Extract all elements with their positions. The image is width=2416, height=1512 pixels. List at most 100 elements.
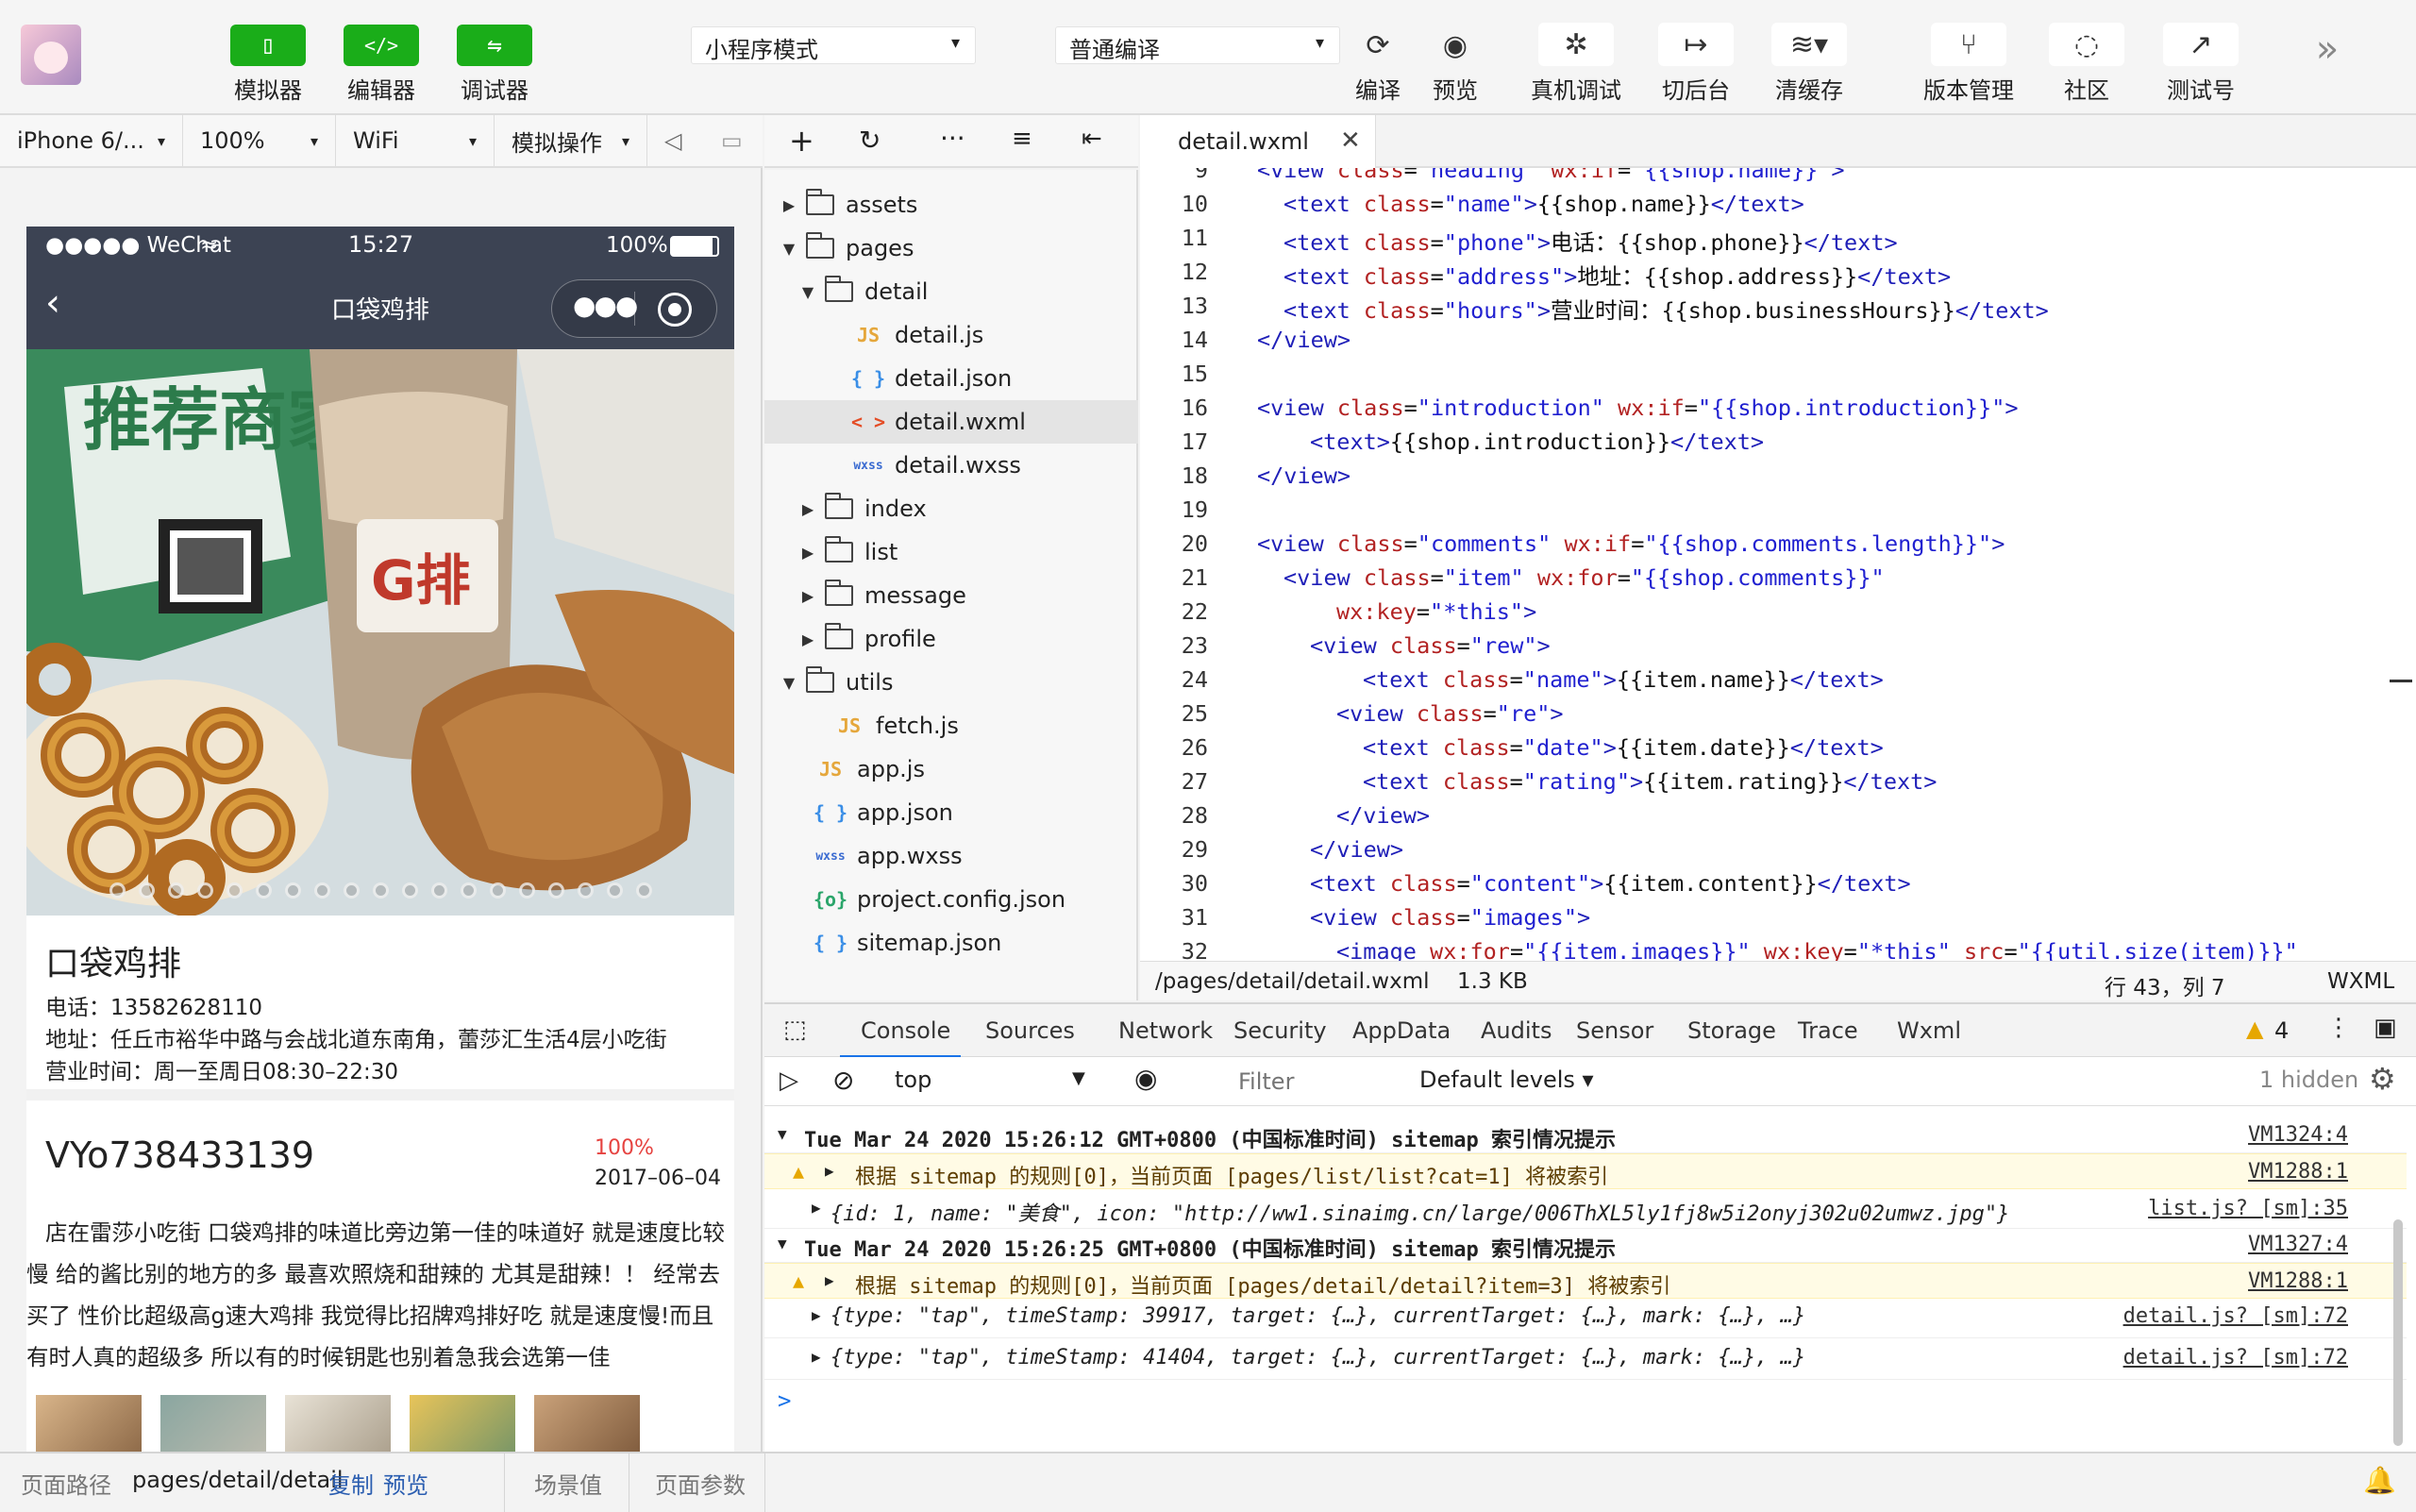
close-icon[interactable]: ✕ (1340, 126, 1361, 155)
source-link[interactable]: VM1288:1 (2248, 1269, 2348, 1293)
chevron-down-icon[interactable]: ▼ (778, 1235, 787, 1252)
tree-file[interactable]: { } detail.json (764, 357, 1138, 400)
tree-file[interactable]: < > detail.wxml (764, 400, 1138, 444)
tab-detail-wxml[interactable]: detail.wxml ✕ (1140, 115, 1376, 168)
close-target-icon[interactable] (658, 293, 692, 327)
source-link[interactable]: list.js? [sm]:35 (2148, 1197, 2348, 1220)
tab-appdata[interactable]: AppData (1352, 1017, 1451, 1044)
context-select[interactable]: top ▼ (887, 1065, 1104, 1099)
tree-folder[interactable]: ▶ index (764, 487, 1138, 530)
chevron-right-icon[interactable]: ▶ (800, 500, 815, 518)
console-group[interactable]: ▼ Tue Mar 24 2020 15:26:25 GMT+0800 (中国标准… (764, 1227, 2407, 1263)
chevron-right-icon[interactable]: ▶ (800, 587, 815, 605)
window-icon[interactable]: ▭ (704, 115, 761, 166)
add-file-icon[interactable]: + (789, 123, 814, 159)
dock-icon[interactable]: ▣ (2374, 1014, 2397, 1042)
tree-folder[interactable]: ▼ utils (764, 661, 1138, 704)
tree-file[interactable]: JS detail.js (764, 313, 1138, 357)
source-link[interactable]: VM1324:4 (2248, 1123, 2348, 1147)
preview-button[interactable]: ◉ (1433, 23, 1478, 68)
source-link[interactable]: detail.js? [sm]:72 (2123, 1346, 2348, 1369)
comment-image[interactable] (534, 1395, 640, 1453)
comment-image[interactable] (410, 1395, 515, 1453)
zoom-select[interactable]: 100% ▾ (183, 115, 336, 166)
chevron-down-icon[interactable]: ▼ (800, 283, 815, 301)
kebab-menu-icon[interactable]: ⋮ (2326, 1014, 2351, 1042)
tree-file[interactable]: JS app.js (764, 748, 1138, 791)
chevron-right-icon[interactable]: ▶ (812, 1199, 821, 1217)
scene-value-button[interactable]: 场景值 (534, 1467, 602, 1500)
tab-storage[interactable]: Storage (1687, 1017, 1776, 1044)
tab-network[interactable]: Network (1118, 1017, 1213, 1044)
tree-file[interactable]: {o} project.config.json (764, 878, 1138, 921)
bell-icon[interactable]: 🔔 (2363, 1465, 2396, 1496)
comment-image[interactable] (36, 1395, 142, 1453)
tree-folder[interactable]: ▼ detail (764, 270, 1138, 313)
eye-icon[interactable]: ◉ (1134, 1063, 1157, 1094)
sound-icon[interactable]: ◁ (647, 115, 704, 166)
tab-console[interactable]: Console (861, 1017, 950, 1044)
tree-file[interactable]: JS fetch.js (764, 704, 1138, 748)
tree-folder[interactable]: ▼ pages (764, 227, 1138, 270)
tree-file[interactable]: wxss detail.wxss (764, 444, 1138, 487)
sidebar-toggle-icon[interactable]: ▷ (780, 1067, 798, 1095)
hero-image[interactable]: 推荐商家 G排 (26, 349, 734, 916)
console-prompt[interactable]: > (778, 1387, 791, 1414)
clear-console-icon[interactable]: ⊘ (832, 1065, 854, 1096)
code-editor[interactable]: 9 <view class="heading" wx:if="{{shop.nam… (1140, 168, 2416, 961)
page-params-button[interactable]: 页面参数 (655, 1467, 746, 1500)
test-account-button[interactable]: ↗ (2163, 23, 2239, 66)
tab-audits[interactable]: Audits (1481, 1017, 1552, 1044)
tree-file[interactable]: { } app.json (764, 791, 1138, 834)
toggle-panel-icon[interactable]: ⇤ (1082, 125, 1102, 153)
real-debug-button[interactable]: ✲ (1538, 23, 1614, 66)
tree-file[interactable]: { } sitemap.json (764, 921, 1138, 965)
chevron-right-icon[interactable]: ▶ (812, 1306, 821, 1324)
levels-select[interactable]: Default levels ▾ (1419, 1067, 1594, 1093)
chevron-down-icon[interactable]: ▼ (781, 674, 797, 692)
tree-file[interactable]: wxss app.wxss (764, 834, 1138, 878)
copy-link[interactable]: 复制 (328, 1467, 374, 1500)
chevron-down-icon[interactable]: ▼ (781, 240, 797, 258)
refresh-icon[interactable]: ↻ (859, 125, 881, 156)
version-button[interactable]: ⑂ (1931, 23, 2006, 66)
avatar[interactable] (21, 25, 81, 85)
operation-select[interactable]: 模拟操作 ▾ (495, 115, 647, 166)
comment-image[interactable] (285, 1395, 391, 1453)
language-mode[interactable]: WXML (2327, 969, 2394, 994)
clear-cache-button[interactable]: ≋▾ (1771, 23, 1847, 66)
tree-folder[interactable]: ▶ assets (764, 183, 1138, 227)
gear-icon[interactable]: ⚙ (2369, 1061, 2396, 1097)
chevron-down-icon[interactable]: ▼ (778, 1125, 787, 1143)
source-link[interactable]: VM1288:1 (2248, 1160, 2348, 1184)
compile-select[interactable]: 普通编译 ▾ (1055, 26, 1340, 64)
console-log[interactable]: ▶ {type: "tap", timeStamp: 41404, target:… (764, 1340, 2407, 1380)
source-link[interactable]: detail.js? [sm]:72 (2123, 1304, 2348, 1328)
chevron-right-icon[interactable]: ▶ (800, 544, 815, 562)
console-scrollbar[interactable] (2393, 1219, 2403, 1446)
tab-security[interactable]: Security (1233, 1017, 1327, 1044)
inspect-icon[interactable]: ⬚ (783, 1016, 807, 1044)
tree-folder[interactable]: ▶ list (764, 530, 1138, 574)
chevron-right-icon[interactable]: ▶ (800, 630, 815, 648)
debugger-toggle-button[interactable]: ⇋ (457, 25, 532, 66)
tab-trace[interactable]: Trace (1798, 1017, 1858, 1044)
tab-sensor[interactable]: Sensor (1576, 1017, 1653, 1044)
device-select[interactable]: iPhone 6/... ▾ (0, 115, 183, 166)
console-warning[interactable]: ▲ ▶ 根据 sitemap 的规则[0]，当前页面 [pages/list/lis… (764, 1153, 2407, 1189)
console-warning[interactable]: ▲ ▶ 根据 sitemap 的规则[0]，当前页面 [pages/detail/d… (764, 1263, 2407, 1299)
collapse-all-icon[interactable]: ≡ (1012, 125, 1032, 153)
warning-count[interactable]: 4 (2274, 1017, 2289, 1044)
preview-link[interactable]: 预览 (383, 1467, 428, 1500)
more-chevron-icon[interactable]: » (2305, 26, 2350, 72)
more-horizontal-icon[interactable]: ··· (940, 123, 965, 154)
comment-image[interactable] (160, 1395, 266, 1453)
chevron-right-icon[interactable]: ▶ (812, 1348, 821, 1366)
source-link[interactable]: VM1327:4 (2248, 1233, 2348, 1256)
compile-button[interactable]: ⟳ (1355, 23, 1401, 68)
background-button[interactable]: ↦ (1658, 23, 1734, 66)
console-log[interactable]: ▶ {type: "tap", timeStamp: 39917, target:… (764, 1299, 2407, 1338)
cursor-position[interactable]: 行 43，列 7 (2105, 969, 2225, 1001)
chevron-right-icon[interactable]: ▶ (825, 1162, 834, 1180)
mode-select[interactable]: 小程序模式 ▾ (691, 26, 976, 64)
